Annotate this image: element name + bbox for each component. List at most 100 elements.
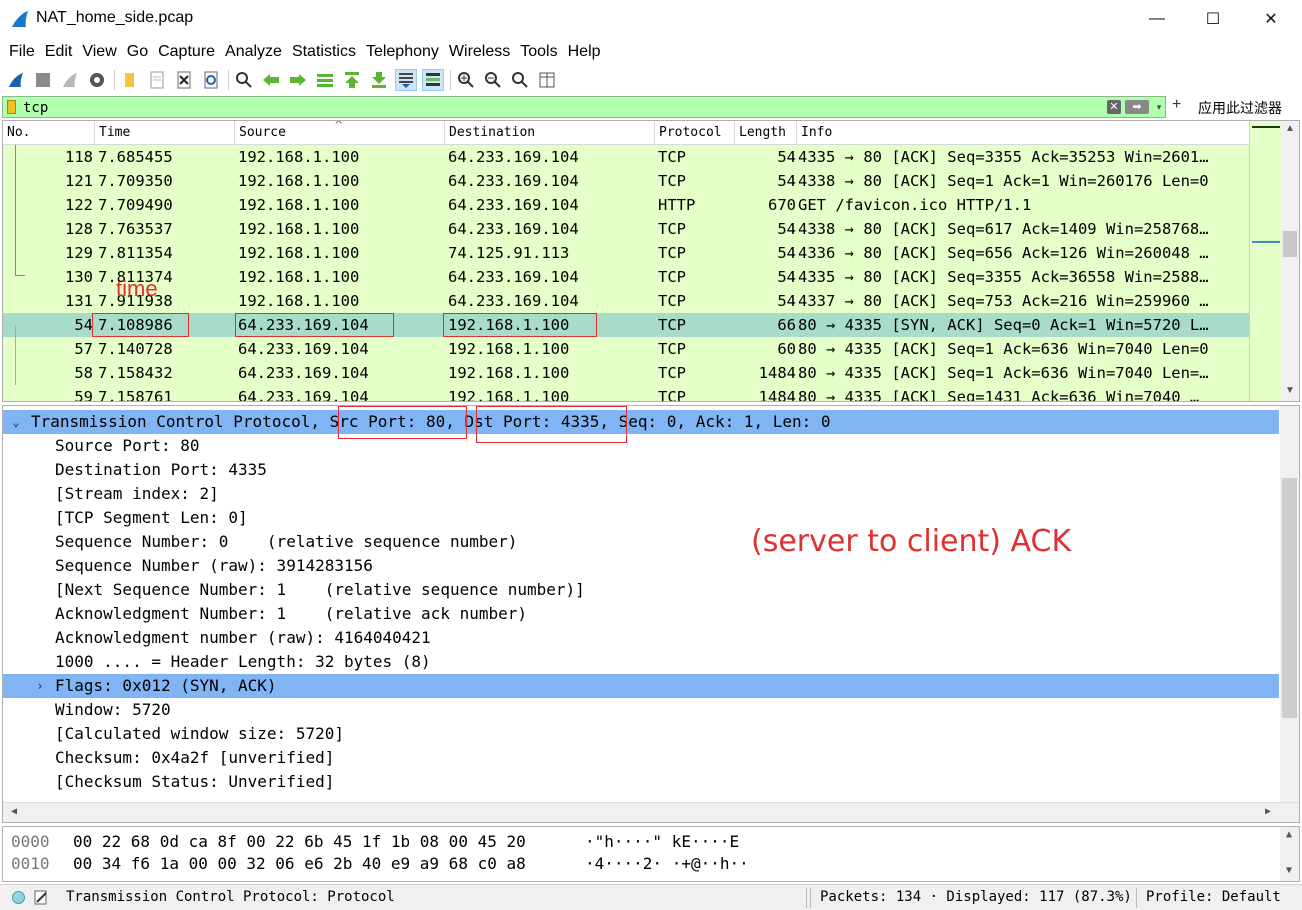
- tree-item-field[interactable]: [Next Sequence Number: 1 (relative seque…: [3, 578, 1279, 602]
- packet-row-selected[interactable]: 54 7.108986 64.233.169.104 192.168.1.100 TCP…: [3, 313, 1249, 337]
- cell-source: 192.168.1.100: [238, 220, 360, 238]
- menu-wireless[interactable]: Wireless: [444, 43, 515, 61]
- capture-options-button[interactable]: [86, 69, 108, 91]
- hex-bytes[interactable]: 00 34 f6 1a 00 00 32 06 e6 2b 40 e9 a9 6…: [73, 853, 526, 875]
- autoscroll-button[interactable]: [395, 69, 417, 91]
- field-text: Acknowledgment number (raw): 4164040421: [55, 628, 431, 647]
- hex-bytes[interactable]: 00 22 68 0d ca 8f 00 22 6b 45 1f 1b 08 0…: [73, 831, 526, 853]
- details-scroll-thumb[interactable]: [1282, 478, 1297, 718]
- menu-statistics[interactable]: Statistics: [287, 43, 361, 61]
- tree-item-field[interactable]: Sequence Number (raw): 3914283156: [3, 554, 1279, 578]
- menu-capture[interactable]: Capture: [153, 43, 220, 61]
- tree-item-field[interactable]: [Checksum Status: Unverified]: [3, 770, 1279, 794]
- scroll-down-icon[interactable]: ▼: [1280, 863, 1298, 879]
- packet-row[interactable]: 59 7.158761 64.233.169.104 192.168.1.100 TCP…: [3, 385, 1249, 401]
- menu-analyze[interactable]: Analyze: [220, 43, 287, 61]
- restart-capture-button[interactable]: [59, 69, 81, 91]
- colorize-button[interactable]: [422, 69, 444, 91]
- find-packet-button[interactable]: [233, 69, 255, 91]
- tree-item-field[interactable]: 1000 .... = Header Length: 32 bytes (8): [3, 650, 1279, 674]
- close-button[interactable]: ✕: [1242, 0, 1300, 38]
- zoom-normal-button[interactable]: [509, 69, 531, 91]
- resize-columns-button[interactable]: [536, 69, 558, 91]
- scroll-right-icon[interactable]: ▶: [1259, 804, 1277, 820]
- capture-comment-icon[interactable]: [34, 889, 48, 905]
- menu-go[interactable]: Go: [122, 43, 153, 61]
- tree-item-field[interactable]: [Stream index: 2]: [3, 482, 1279, 506]
- packet-row[interactable]: 130 7.811374 192.168.1.100 64.233.169.104 TC…: [3, 265, 1249, 289]
- details-horizontal-scrollbar[interactable]: ◀ ▶: [3, 802, 1299, 822]
- stop-capture-button[interactable]: [32, 69, 54, 91]
- packet-row[interactable]: 58 7.158432 64.233.169.104 192.168.1.100 TCP…: [3, 361, 1249, 385]
- packet-row[interactable]: 128 7.763537 192.168.1.100 64.233.169.104 TC…: [3, 217, 1249, 241]
- packet-row[interactable]: 118 7.685455 192.168.1.100 64.233.169.104 TC…: [3, 145, 1249, 169]
- packet-row[interactable]: 121 7.709350 192.168.1.100 64.233.169.104 TC…: [3, 169, 1249, 193]
- scroll-left-icon[interactable]: ◀: [5, 804, 23, 820]
- add-filter-button-icon[interactable]: +: [1172, 96, 1181, 114]
- packet-row[interactable]: 57 7.140728 64.233.169.104 192.168.1.100 TCP…: [3, 337, 1249, 361]
- packet-row[interactable]: 122 7.709490 192.168.1.100 64.233.169.104 HT…: [3, 193, 1249, 217]
- tree-item-field[interactable]: Window: 5720: [3, 698, 1279, 722]
- save-file-button[interactable]: [146, 69, 168, 91]
- hex-ascii[interactable]: ·4····2· ·+@··h··: [585, 853, 749, 875]
- display-filter-input[interactable]: [23, 99, 1103, 116]
- column-header-length[interactable]: Length: [735, 121, 797, 145]
- hex-ascii[interactable]: ·"h····" kE····E: [585, 831, 739, 853]
- tree-item-tcp-header[interactable]: ⌄ Transmission Control Protocol, Src Por…: [3, 410, 1279, 434]
- column-header-no[interactable]: No.: [3, 121, 95, 145]
- menu-tools[interactable]: Tools: [515, 43, 562, 61]
- go-back-button[interactable]: [260, 69, 282, 91]
- packet-list-scrollbar[interactable]: ▲ ▼: [1281, 121, 1299, 401]
- menu-edit[interactable]: Edit: [40, 43, 78, 61]
- tree-item-field[interactable]: Checksum: 0x4a2f [unverified]: [3, 746, 1279, 770]
- scroll-up-icon[interactable]: ▲: [1280, 827, 1298, 843]
- tree-item-field[interactable]: Destination Port: 4335: [3, 458, 1279, 482]
- packet-list-scroll-thumb[interactable]: [1283, 231, 1297, 257]
- zoom-in-button[interactable]: [455, 69, 477, 91]
- menu-telephony[interactable]: Telephony: [361, 43, 444, 61]
- go-last-button[interactable]: [368, 69, 390, 91]
- filter-clear-icon[interactable]: ✕: [1107, 100, 1121, 114]
- menu-help[interactable]: Help: [563, 43, 606, 61]
- reload-file-button[interactable]: [200, 69, 222, 91]
- tree-item-tcp-flags[interactable]: › Flags: 0x012 (SYN, ACK): [3, 674, 1279, 698]
- close-file-button[interactable]: [173, 69, 195, 91]
- conversation-tree-line: [15, 325, 16, 385]
- hex-scrollbar[interactable]: ▲ ▼: [1280, 827, 1299, 881]
- details-scrollbar[interactable]: [1280, 406, 1299, 802]
- column-header-protocol[interactable]: Protocol: [655, 121, 735, 145]
- packet-row[interactable]: 129 7.811354 192.168.1.100 74.125.91.113 TCP…: [3, 241, 1249, 265]
- tree-item-field[interactable]: [Calculated window size: 5720]: [3, 722, 1279, 746]
- scroll-down-icon[interactable]: ▼: [1281, 383, 1299, 399]
- packet-minimap[interactable]: [1249, 121, 1281, 401]
- menu-view[interactable]: View: [77, 43, 121, 61]
- go-forward-button[interactable]: [287, 69, 309, 91]
- maximize-button[interactable]: ☐: [1184, 0, 1242, 38]
- tree-item-field[interactable]: Sequence Number: 0 (relative sequence nu…: [3, 530, 1279, 554]
- expert-info-icon[interactable]: [12, 891, 25, 904]
- scroll-up-icon[interactable]: ▲: [1281, 121, 1299, 137]
- tree-item-field[interactable]: Source Port: 80: [3, 434, 1279, 458]
- filter-bookmark-icon[interactable]: [7, 100, 16, 114]
- open-file-button[interactable]: [119, 69, 141, 91]
- go-first-button[interactable]: [341, 69, 363, 91]
- expanded-chevron-icon[interactable]: ⌄: [9, 410, 23, 434]
- column-header-destination[interactable]: Destination: [445, 121, 655, 145]
- menu-file[interactable]: File: [4, 43, 40, 61]
- column-header-info[interactable]: Info: [797, 121, 1249, 145]
- start-capture-button[interactable]: [5, 69, 27, 91]
- go-to-packet-button[interactable]: [314, 69, 336, 91]
- column-header-source[interactable]: Source ^: [235, 121, 445, 145]
- tree-item-field[interactable]: Acknowledgment number (raw): 4164040421: [3, 626, 1279, 650]
- status-profile[interactable]: Profile: Default: [1146, 889, 1281, 905]
- zoom-out-button[interactable]: [482, 69, 504, 91]
- filter-apply-arrow-icon[interactable]: ➡: [1125, 100, 1149, 114]
- collapsed-chevron-icon[interactable]: ›: [33, 674, 47, 698]
- filter-history-chevron-icon[interactable]: ▾: [1153, 100, 1165, 114]
- tree-item-field[interactable]: [TCP Segment Len: 0]: [3, 506, 1279, 530]
- apply-filter-button[interactable]: 应用此过滤器: [1198, 98, 1282, 118]
- packet-row[interactable]: 131 7.911938 192.168.1.100 64.233.169.104 TC…: [3, 289, 1249, 313]
- minimize-button[interactable]: —: [1128, 0, 1186, 38]
- tree-item-field[interactable]: Acknowledgment Number: 1 (relative ack n…: [3, 602, 1279, 626]
- column-header-time[interactable]: Time: [95, 121, 235, 145]
